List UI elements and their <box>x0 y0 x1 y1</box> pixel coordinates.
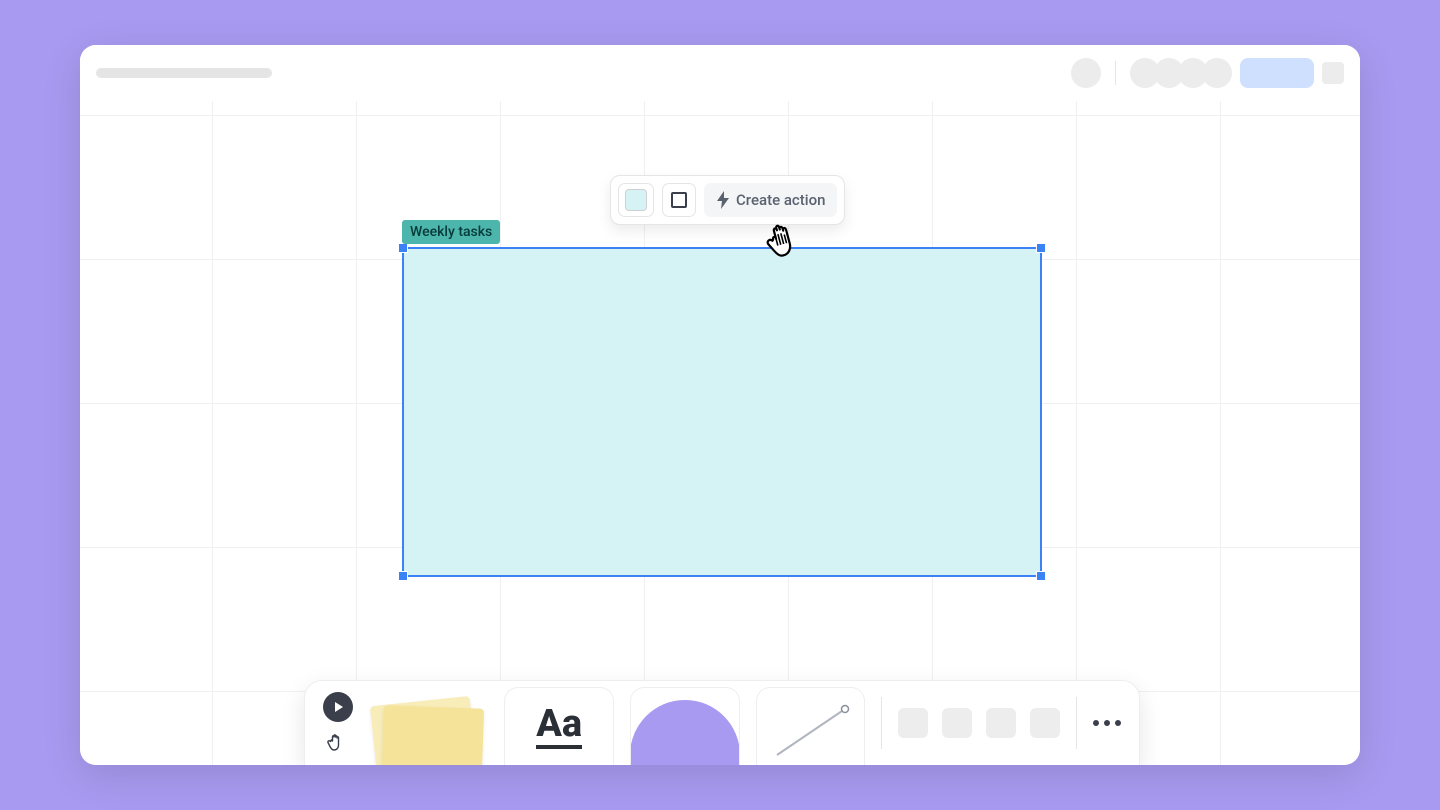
pan-mode-button[interactable] <box>323 730 347 754</box>
extra-tools-group <box>898 708 1060 738</box>
current-user-avatar[interactable] <box>1071 58 1101 88</box>
connector-line-tool[interactable] <box>756 687 866 765</box>
menu-button[interactable] <box>1322 62 1344 84</box>
present-mode-button[interactable] <box>323 692 353 722</box>
text-tool[interactable]: Aa <box>504 687 614 765</box>
grid-line <box>356 45 357 765</box>
fill-color-button[interactable] <box>618 183 654 217</box>
sticky-note-icon <box>379 699 479 765</box>
dot-icon <box>1104 720 1110 726</box>
resize-handle-bottom-right[interactable] <box>1036 571 1046 581</box>
text-tool-icon: Aa <box>536 705 582 749</box>
vertical-separator <box>1115 61 1116 85</box>
fill-color-swatch-icon <box>625 189 647 211</box>
resize-handle-bottom-left[interactable] <box>398 571 408 581</box>
resize-handle-top-right[interactable] <box>1036 243 1046 253</box>
collaborator-avatar[interactable] <box>1202 58 1232 88</box>
dot-icon <box>1093 720 1099 726</box>
sticky-note-tool[interactable] <box>369 687 488 765</box>
top-bar <box>80 45 1360 101</box>
create-action-label: Create action <box>736 191 825 209</box>
dot-icon <box>1115 720 1121 726</box>
play-icon <box>332 701 344 713</box>
top-bar-right <box>1071 58 1344 88</box>
board-title-placeholder[interactable] <box>96 68 272 78</box>
lightning-icon <box>716 191 730 209</box>
grid-line <box>1220 45 1221 765</box>
resize-handle-top-left[interactable] <box>398 243 408 253</box>
extra-tool-1[interactable] <box>898 708 928 738</box>
hand-icon <box>325 732 345 752</box>
mode-switch-group <box>323 692 353 754</box>
extra-tool-2[interactable] <box>942 708 972 738</box>
shape-tool[interactable] <box>630 687 740 765</box>
grid-line <box>80 115 1360 116</box>
shape-style-button[interactable] <box>662 183 696 217</box>
selection-context-toolbar: Create action <box>610 175 845 225</box>
extra-tool-3[interactable] <box>986 708 1016 738</box>
bottom-toolbar: Aa <box>304 680 1140 765</box>
more-tools-button[interactable] <box>1093 720 1121 726</box>
app-window: Weekly tasks Create action <box>80 45 1360 765</box>
toolbar-separator <box>1076 697 1077 749</box>
collaborator-avatars[interactable] <box>1130 58 1232 88</box>
extra-tool-4[interactable] <box>1030 708 1060 738</box>
grid-line <box>1076 45 1077 765</box>
toolbar-separator <box>881 697 882 749</box>
circle-shape-icon <box>630 700 740 765</box>
connector-line-icon <box>773 703 851 759</box>
share-button[interactable] <box>1240 58 1314 88</box>
whiteboard-canvas[interactable]: Weekly tasks Create action <box>80 45 1360 765</box>
create-action-button[interactable]: Create action <box>704 183 837 217</box>
shape-name-label: Weekly tasks <box>402 220 500 244</box>
selected-rectangle-shape[interactable] <box>402 247 1042 577</box>
grid-line <box>212 45 213 765</box>
square-outline-icon <box>671 192 687 208</box>
